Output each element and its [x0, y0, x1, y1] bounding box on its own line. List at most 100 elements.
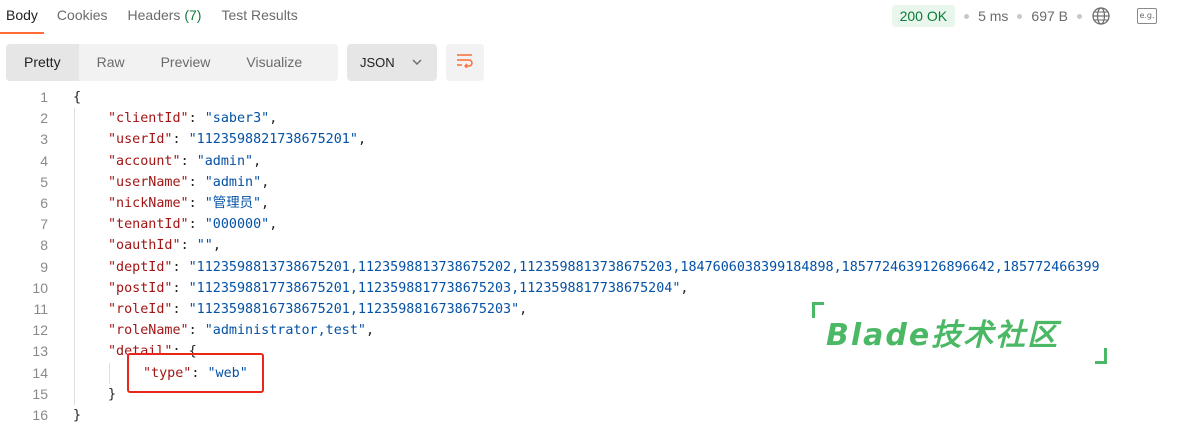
code-text: "nickName": "管理员", [108, 193, 269, 214]
json-punctuation: , [366, 323, 375, 339]
code-text: "userId": "1123598821738675201", [108, 129, 366, 150]
json-punctuation: : [180, 238, 197, 254]
json-string: "administrator,test" [204, 323, 366, 339]
json-punctuation: } [108, 386, 117, 402]
line-number: 6 [40, 195, 48, 211]
headers-count: (7) [184, 7, 202, 23]
separator-dot [1017, 13, 1023, 19]
json-key: "userId" [108, 132, 173, 148]
save-example-icon[interactable]: e.g. [1137, 8, 1157, 24]
code-line: 3 "userId": "1123598821738675201", [0, 129, 1193, 150]
line-number: 12 [32, 322, 48, 339]
json-key: "clientId" [108, 111, 189, 127]
code-line: 6 "nickName": "管理员", [0, 193, 1193, 214]
mode-raw[interactable]: Raw [79, 44, 143, 81]
line-number: 13 [32, 343, 48, 360]
indent-guide [109, 362, 110, 384]
mode-visualize[interactable]: Visualize [228, 44, 320, 81]
line-number: 4 [40, 152, 48, 169]
json-punctuation: } [73, 408, 82, 423]
json-punctuation: : [188, 217, 205, 233]
format-select[interactable]: JSON [347, 44, 437, 81]
code-text: "clientId": "saber3", [108, 108, 277, 129]
watermark-corner [812, 302, 824, 318]
code-text: { [73, 87, 81, 108]
response-tabs: Body Cookies Headers (7) Test Results [0, 0, 305, 34]
code-line: 9 "deptId": "1123598813738675201,11235988… [0, 257, 1193, 278]
json-string: "000000" [204, 217, 270, 233]
separator-dot [964, 13, 970, 19]
tab-cookies-label: Cookies [56, 7, 108, 23]
json-key: "nickName" [108, 196, 189, 211]
json-punctuation: { [73, 90, 82, 105]
mode-preview[interactable]: Preview [143, 44, 229, 81]
json-string: "1123598816738675201,1123598816738675203… [188, 302, 520, 317]
line-number: 9 [40, 258, 48, 275]
code-line: 8 "oauthId": "", [0, 235, 1193, 256]
code-text: "roleName": "administrator,test", [108, 320, 374, 341]
code-line: 10 "postId": "1123598817738675201,1123598… [0, 278, 1193, 299]
line-number: 10 [32, 279, 48, 296]
code-text: } [108, 384, 116, 405]
response-size[interactable]: 697 B [1031, 8, 1068, 24]
json-punctuation: , [357, 132, 366, 148]
json-punctuation: , [519, 302, 528, 317]
json-punctuation: : [172, 302, 189, 317]
separator-dot [1077, 13, 1082, 19]
json-string: "admin" [204, 174, 262, 190]
tab-test-results[interactable]: Test Results [214, 0, 304, 34]
json-punctuation: : [180, 153, 197, 169]
mode-pretty[interactable]: Pretty [6, 44, 79, 81]
json-string: "1123598817738675201,1123598817738675203… [188, 280, 681, 296]
json-punctuation: , [261, 174, 270, 190]
json-key: "postId" [108, 280, 173, 296]
globe-icon[interactable] [1091, 6, 1111, 26]
tab-headers-label: Headers [127, 7, 181, 23]
tab-body-label: Body [6, 7, 38, 23]
json-key: "tenantId" [108, 217, 189, 233]
json-key: "deptId" [108, 259, 173, 275]
code-line: 1{ [0, 87, 1193, 108]
tab-headers[interactable]: Headers (7) [121, 0, 209, 34]
json-punctuation: , [261, 196, 270, 211]
json-punctuation: : [188, 323, 205, 339]
json-key: "userName" [108, 174, 189, 190]
tab-test-results-label: Test Results [221, 7, 298, 23]
tab-body[interactable]: Body [0, 0, 44, 34]
response-status: 200 OK 5 ms 697 B e.g. [891, 5, 1157, 27]
code-text: "roleId": "1123598816738675201,112359881… [108, 299, 527, 320]
highlight-annotation [127, 353, 264, 393]
wrap-lines-button[interactable] [446, 44, 484, 81]
json-string: "管理员" [204, 196, 262, 211]
status-badge[interactable]: 200 OK [891, 5, 956, 27]
json-string: "" [196, 238, 213, 254]
line-number: 5 [40, 173, 48, 190]
json-punctuation: , [680, 280, 689, 296]
json-key: "account" [108, 153, 181, 169]
json-punctuation: , [212, 238, 221, 254]
json-punctuation: : [188, 196, 205, 211]
wrap-lines-icon [456, 52, 474, 73]
json-string: "saber3" [204, 111, 270, 127]
response-time[interactable]: 5 ms [978, 8, 1008, 24]
format-select-value: JSON [360, 55, 395, 70]
line-number: 7 [40, 216, 48, 233]
line-number: 2 [40, 110, 48, 127]
code-text: "tenantId": "000000", [108, 214, 277, 235]
watermark-text: Blade技术社区 [826, 318, 1060, 353]
line-number: 16 [32, 407, 48, 423]
code-line: 7 "tenantId": "000000", [0, 214, 1193, 235]
json-punctuation: , [269, 217, 278, 233]
code-line: 5 "userName": "admin", [0, 172, 1193, 193]
line-number: 14 [32, 364, 48, 381]
tab-cookies[interactable]: Cookies [50, 0, 115, 34]
json-punctuation: : [172, 280, 189, 296]
code-text: } [73, 405, 81, 424]
code-text: "oauthId": "", [108, 235, 221, 256]
line-number: 1 [40, 89, 48, 105]
watermark-corner [1095, 348, 1107, 364]
code-line: 4 "account": "admin", [0, 151, 1193, 172]
json-punctuation: : [172, 259, 189, 275]
line-number: 8 [40, 237, 48, 254]
code-text: "account": "admin", [108, 151, 261, 172]
